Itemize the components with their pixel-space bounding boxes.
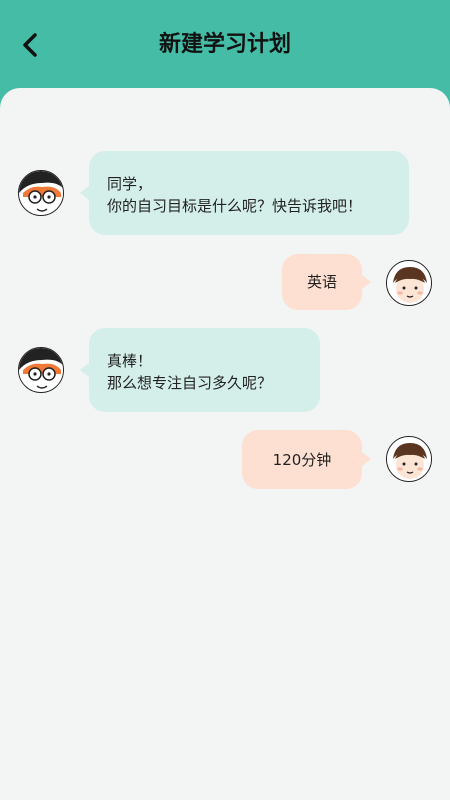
message-text: 英语 — [306, 273, 337, 291]
message-text: 你的自习目标是什么呢？快告诉我吧！ — [107, 197, 363, 215]
bot-message-bubble: 真棒！ 那么想专注自习多久呢？ — [89, 328, 320, 412]
page-title: 新建学习计划 — [158, 32, 291, 57]
bot-avatar — [18, 347, 64, 393]
bubble-tail — [362, 275, 371, 289]
user-message-bubble: 英语 — [282, 254, 362, 310]
message-text: 那么想专注自习多久呢？ — [107, 374, 273, 392]
chat-area: 同学， 你的自习目标是什么呢？快告诉我吧！ 英语 真棒！ 那么想专注自习多久呢？… — [0, 88, 450, 800]
bot-message-bubble: 同学， 你的自习目标是什么呢？快告诉我吧！ — [89, 151, 409, 235]
bubble-tail — [362, 452, 371, 466]
app-header: 新建学习计划 — [0, 0, 450, 92]
message-text: 同学， — [107, 175, 153, 193]
user-avatar — [386, 436, 432, 482]
message-text: 真棒！ — [107, 352, 153, 370]
bot-avatar — [18, 170, 64, 216]
user-avatar — [386, 260, 432, 306]
message-text: 120分钟 — [272, 450, 332, 469]
user-message-bubble: 120分钟 — [242, 430, 362, 489]
bubble-tail — [80, 363, 89, 377]
bubble-tail — [80, 186, 89, 200]
